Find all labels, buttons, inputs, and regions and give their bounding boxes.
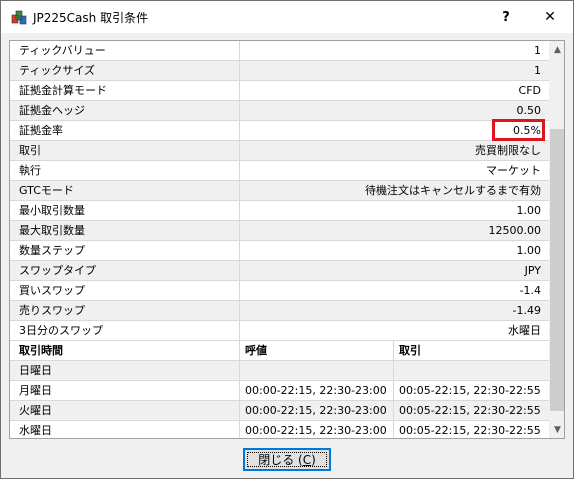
session-quotes: 00:00-22:15, 22:30-23:00 — [241, 401, 394, 420]
property-key: 執行 — [10, 161, 240, 180]
session-day: 日曜日 — [10, 361, 240, 380]
property-value: 1 — [534, 64, 541, 77]
focus-rect — [247, 452, 327, 467]
scroll-up-icon[interactable]: ▲ — [549, 41, 564, 58]
property-key: スワップタイプ — [10, 261, 240, 280]
property-row[interactable]: 数量ステップ 1.00 — [10, 241, 549, 261]
vertical-scrollbar[interactable]: ▲ ▼ — [549, 41, 564, 438]
property-value: 1 — [534, 44, 541, 57]
property-key: 証拠金率 — [10, 121, 240, 140]
header-trading-hours: 取引時間 — [10, 341, 240, 360]
property-key: 買いスワップ — [10, 281, 240, 300]
property-row[interactable]: GTCモード 待機注文はキャンセルするまで有効 — [10, 181, 549, 201]
title-bar[interactable]: JP225Cash 取引条件 ? ✕ — [1, 1, 573, 33]
session-row[interactable]: 日曜日 — [10, 361, 549, 381]
session-trades: 00:05-22:15, 22:30-22:55 — [399, 384, 541, 397]
session-row[interactable]: 月曜日 00:00-22:15, 22:30-23:00 00:05-22:15, … — [10, 381, 549, 401]
help-button[interactable]: ? — [483, 1, 529, 33]
property-key: 取引 — [10, 141, 240, 160]
property-value: 水曜日 — [508, 324, 541, 337]
property-row[interactable]: 証拠金計算モード CFD — [10, 81, 549, 101]
header-quotes: 呼値 — [241, 341, 394, 360]
property-value: 売買制限なし — [475, 144, 541, 157]
session-day: 火曜日 — [10, 401, 240, 420]
property-key: 最大取引数量 — [10, 221, 240, 240]
session-day: 月曜日 — [10, 381, 240, 400]
property-row[interactable]: 3日分のスワップ 水曜日 — [10, 321, 549, 341]
session-row[interactable]: 火曜日 00:00-22:15, 22:30-23:00 00:05-22:15, … — [10, 401, 549, 421]
property-row[interactable]: 売りスワップ -1.49 — [10, 301, 549, 321]
highlight-box — [492, 119, 545, 141]
scroll-thumb[interactable] — [550, 129, 564, 411]
property-row[interactable]: 執行 マーケット — [10, 161, 549, 181]
property-value: 12500.00 — [488, 224, 542, 237]
property-row[interactable]: 最小取引数量 1.00 — [10, 201, 549, 221]
properties-grid[interactable]: ティックバリュー 1 ティックサイズ 1 証拠金計算モード CFD 証拠金ヘッジ 0.50 証拠… — [9, 40, 565, 439]
session-row[interactable]: 水曜日 00:00-22:15, 22:30-23:00 00:05-22:15, … — [10, 421, 549, 438]
property-value: マーケット — [486, 164, 541, 177]
property-value: -1.49 — [512, 304, 541, 317]
property-key: 数量ステップ — [10, 241, 240, 260]
session-quotes: 00:00-22:15, 22:30-23:00 — [241, 381, 394, 400]
property-value: 1.00 — [516, 244, 542, 257]
close-window-button[interactable]: ✕ — [527, 1, 573, 33]
property-row[interactable]: 取引 売買制限なし — [10, 141, 549, 161]
property-key: GTCモード — [10, 181, 240, 200]
property-row[interactable]: 証拠金率 0.5% — [10, 119, 549, 141]
property-value: JPY — [524, 264, 541, 277]
property-value: -1.4 — [519, 284, 541, 297]
header-trades: 取引 — [399, 344, 421, 357]
session-trades — [395, 361, 545, 380]
properties-rows: ティックバリュー 1 ティックサイズ 1 証拠金計算モード CFD 証拠金ヘッジ 0.50 証拠… — [10, 41, 549, 438]
session-quotes: 00:00-22:15, 22:30-23:00 — [241, 421, 394, 438]
property-value: CFD — [518, 84, 541, 97]
property-key: ティックサイズ — [10, 61, 240, 80]
session-day: 水曜日 — [10, 421, 240, 438]
property-row[interactable]: ティックサイズ 1 — [10, 61, 549, 81]
property-value: 0.50 — [516, 104, 542, 117]
property-key: 証拠金計算モード — [10, 81, 240, 100]
property-row[interactable]: ティックバリュー 1 — [10, 41, 549, 61]
session-trades: 00:05-22:15, 22:30-22:55 — [399, 404, 541, 417]
property-row[interactable]: 最大取引数量 12500.00 — [10, 221, 549, 241]
property-key: 売りスワップ — [10, 301, 240, 320]
property-key: ティックバリュー — [10, 41, 240, 60]
property-row[interactable]: スワップタイプ JPY — [10, 261, 549, 281]
property-row[interactable]: 証拠金ヘッジ 0.50 — [10, 101, 549, 121]
property-key: 3日分のスワップ — [10, 321, 240, 340]
scroll-down-icon[interactable]: ▼ — [549, 421, 564, 438]
property-value: 待機注文はキャンセルするまで有効 — [365, 184, 541, 197]
sessions-header-row: 取引時間 呼値 取引 — [10, 341, 549, 361]
close-button[interactable]: 閉じる (C) — [243, 448, 331, 471]
dialog-window: JP225Cash 取引条件 ? ✕ ティックバリュー 1 ティックサイズ 1 証拠金計… — [0, 0, 574, 479]
property-key: 最小取引数量 — [10, 201, 240, 220]
session-trades: 00:05-22:15, 22:30-22:55 — [399, 424, 541, 437]
property-value: 1.00 — [516, 204, 542, 217]
app-logo-icon — [11, 10, 27, 25]
window-title: JP225Cash 取引条件 — [33, 11, 149, 25]
property-row[interactable]: 買いスワップ -1.4 — [10, 281, 549, 301]
session-quotes — [241, 361, 394, 380]
property-key: 証拠金ヘッジ — [10, 101, 240, 120]
